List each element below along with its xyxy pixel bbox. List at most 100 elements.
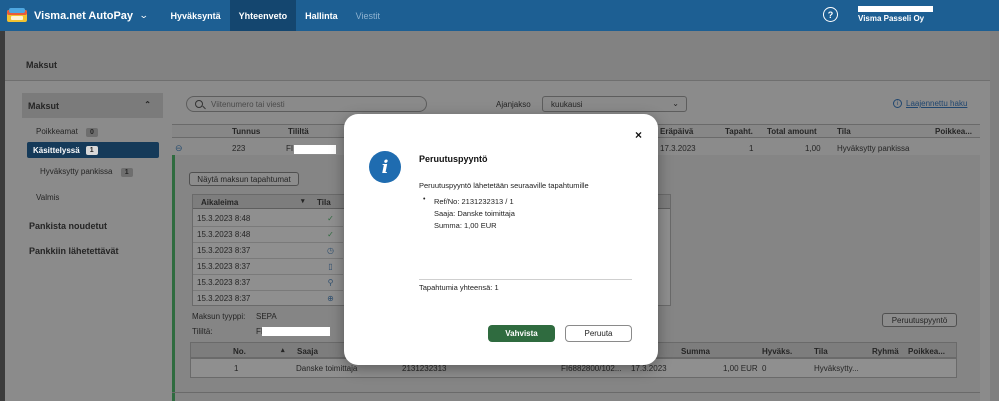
dialog-transaction-details: Ref/No: 2131232313 / 1 Saaja: Danske toi…: [434, 196, 515, 232]
collapse-icon[interactable]: ⊖: [175, 143, 183, 154]
col-no[interactable]: No.: [233, 347, 246, 356]
clock-icon: ◷: [327, 246, 334, 255]
col-saaja[interactable]: Saaja: [297, 347, 318, 356]
col-tila[interactable]: Tila: [837, 127, 851, 136]
dialog-total: Tapahtumia yhteensä: 1: [419, 283, 499, 292]
col-total-amount[interactable]: Total amount: [767, 127, 817, 136]
nav-hallinta[interactable]: Hallinta: [296, 0, 347, 31]
dialog-title: Peruutuspyyntö: [419, 154, 488, 164]
document-icon: ▯: [328, 262, 333, 271]
amount-line: Summa: 1,00 EUR: [434, 221, 497, 230]
sidebar-section-label: Maksut: [28, 100, 60, 111]
count-badge: 1: [120, 168, 133, 177]
col-event-tila[interactable]: Tila: [317, 198, 331, 207]
row-status: Hyväksytty pankissa: [837, 144, 910, 153]
info-icon: i: [369, 151, 401, 183]
col-summa[interactable]: Summa: [681, 347, 710, 356]
bullet-icon: •: [423, 196, 426, 203]
nav-viestit[interactable]: Viestit: [347, 0, 389, 31]
col-poikkeama[interactable]: Poikkea...: [935, 127, 972, 136]
sidebar-item-poikkeamat[interactable]: Poikkeamat 0: [36, 127, 98, 137]
list-item: 15.3.2023 8:37 ▯: [193, 259, 343, 275]
info-icon: i: [893, 99, 902, 108]
sidebar-item-pankista-noudetut[interactable]: Pankista noudetut: [29, 221, 107, 231]
redacted-account: [262, 327, 330, 336]
sidebar-item-label: Hyväksytty pankissa: [40, 167, 113, 176]
top-bar: Visma.net AutoPay ⌄ Hyväksyntä Yhteenvet…: [0, 0, 999, 31]
nav-yhteenveto[interactable]: Yhteenveto: [229, 0, 297, 31]
redacted-account: [294, 145, 336, 154]
sidebar-item-kasittelyssa[interactable]: Käsittelyssä 1: [27, 142, 159, 158]
selected-row-indicator: [172, 155, 175, 401]
col-tapaht[interactable]: Tapaht.: [725, 127, 753, 136]
cancel-request-dialog: × i Peruutuspyyntö Peruutuspyyntö lähete…: [344, 114, 658, 365]
col-tila[interactable]: Tila: [814, 347, 828, 356]
dialog-intro: Peruutuspyyntö lähetetään seuraaville ta…: [419, 181, 589, 190]
sidebar-item-valmis[interactable]: Valmis: [36, 193, 59, 202]
search-icon: [195, 100, 203, 108]
col-erapaiva[interactable]: Eräpäivä: [660, 127, 693, 136]
app-title[interactable]: Visma.net AutoPay: [34, 10, 136, 22]
period-value: kuukausi: [551, 99, 583, 109]
chevron-down-icon: ⌄: [672, 99, 679, 108]
chevron-down-icon[interactable]: ⌄: [139, 10, 149, 21]
list-item: 15.3.2023 8:37 ⊕: [193, 291, 343, 307]
cancel-button[interactable]: Peruuta: [565, 325, 632, 342]
row-approvals: 0: [762, 364, 767, 373]
plus-circle-icon: ⊕: [327, 294, 334, 303]
search-input[interactable]: Viitenumero tai viesti: [186, 96, 427, 112]
sidebar-item-pankkiin-lahetettavat[interactable]: Pankkiin lähetettävät: [29, 246, 119, 256]
nav-hyvaksynta[interactable]: Hyväksyntä: [162, 0, 230, 31]
show-events-button[interactable]: Näytä maksun tapahtumat: [189, 172, 299, 186]
help-icon[interactable]: ?: [823, 7, 838, 22]
event-timestamp: 15.3.2023 8:48: [197, 230, 251, 239]
advanced-search-link[interactable]: Laajennettu haku: [906, 99, 967, 108]
col-tunnus[interactable]: Tunnus: [232, 127, 260, 136]
company-name[interactable]: Visma Passeli Oy: [858, 14, 924, 23]
sidebar-item-label: Poikkeamat: [36, 127, 78, 136]
check-circle-icon: ✓: [327, 230, 334, 239]
cancel-request-button[interactable]: Peruutuspyyntö: [882, 313, 957, 327]
payment-type-label: Maksun tyyppi:: [192, 312, 246, 321]
count-badge: 1: [85, 145, 98, 155]
col-aikaleima[interactable]: Aikaleima: [201, 198, 238, 207]
event-timestamp: 15.3.2023 8:48: [197, 214, 251, 223]
payment-type-value: SEPA: [256, 312, 277, 321]
visma-logo-icon[interactable]: [6, 5, 28, 27]
ref-line: Ref/No: 2131232313 / 1: [434, 197, 514, 206]
row-due-date: 17.3.2023: [660, 144, 696, 153]
row-iban: FI6882800/102...: [561, 364, 622, 373]
left-edge: [0, 31, 5, 401]
chevron-up-icon[interactable]: ⌃: [144, 100, 151, 109]
col-ryhma[interactable]: Ryhmä: [872, 347, 899, 356]
sort-icon[interactable]: ▾: [301, 197, 305, 205]
event-timestamp: 15.3.2023 8:37: [197, 294, 251, 303]
sidebar-item-hyvaksytty[interactable]: Hyväksytty pankissa 1: [40, 167, 133, 177]
period-label: Ajanjakso: [496, 100, 531, 109]
event-timestamp: 15.3.2023 8:37: [197, 278, 251, 287]
row-total: 1,00: [805, 144, 821, 153]
row-id: 223: [232, 144, 246, 153]
sidebar: Maksut ⌃ Poikkeamat 0 Käsittelyssä 1 Hyv…: [22, 93, 163, 401]
row-recipient: Danske toimittaja: [296, 364, 358, 373]
page-header: [5, 31, 990, 81]
row-account-prefix: FI: [286, 144, 294, 153]
page-title: Maksut: [26, 60, 58, 70]
col-hyvaks[interactable]: Hyväks.: [762, 347, 792, 356]
check-circle-icon: ✓: [327, 214, 334, 223]
confirm-button[interactable]: Vahvista: [488, 325, 555, 342]
period-select[interactable]: kuukausi ⌄: [542, 96, 687, 112]
col-tililta[interactable]: Tililtä: [288, 127, 309, 136]
close-icon[interactable]: ×: [635, 128, 642, 142]
scrollbar[interactable]: [990, 31, 999, 401]
recipient-line: Saaja: Danske toimittaja: [434, 209, 515, 218]
row-date: 17.3.2023: [631, 364, 667, 373]
sidebar-item-label: Käsittelyssä: [33, 145, 80, 155]
col-poikkeama[interactable]: Poikkea...: [908, 347, 945, 356]
sort-icon[interactable]: ▴: [281, 346, 285, 354]
sidebar-section-maksut[interactable]: Maksut ⌃: [22, 93, 163, 118]
count-badge: 0: [86, 128, 98, 137]
divider: [172, 392, 980, 393]
event-timestamp: 15.3.2023 8:37: [197, 262, 251, 271]
search-placeholder: Viitenumero tai viesti: [211, 99, 285, 109]
